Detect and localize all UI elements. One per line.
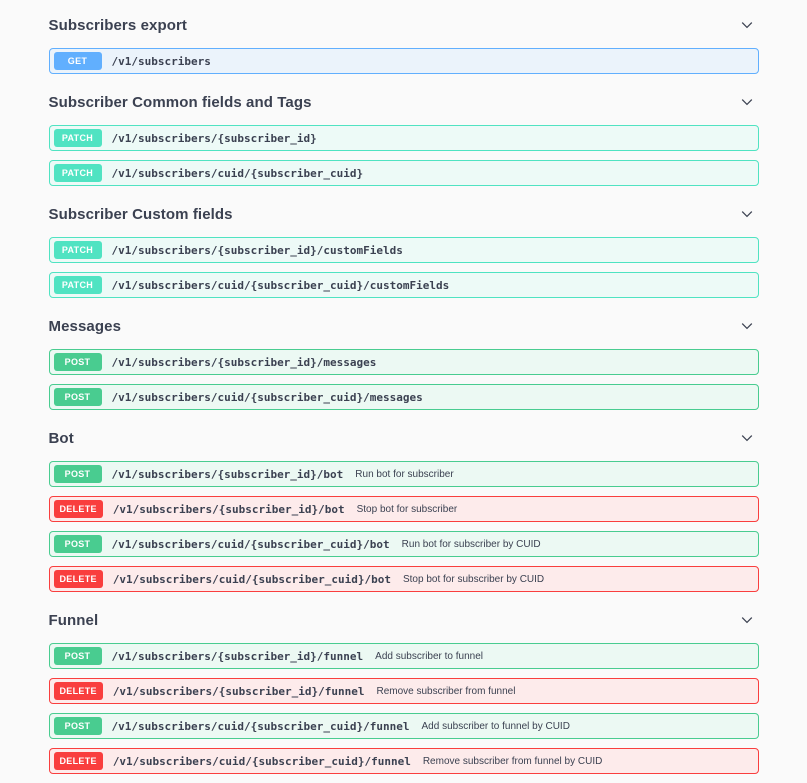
section-title: Messages	[49, 318, 122, 335]
method-badge: POST	[54, 353, 102, 371]
chevron-down-icon[interactable]	[737, 610, 757, 630]
section-header[interactable]: Funnel	[49, 601, 759, 638]
method-badge: PATCH	[54, 164, 102, 182]
api-section: Funnel POST /v1/subscribers/{subscriber_…	[49, 601, 759, 774]
endpoint-path: /v1/subscribers/{subscriber_id}/funnel	[113, 685, 365, 698]
method-badge: POST	[54, 535, 102, 553]
section-title: Bot	[49, 430, 74, 447]
operation-summary: Remove subscriber from funnel	[376, 686, 515, 697]
operation-row[interactable]: POST /v1/subscribers/{subscriber_id}/bot…	[49, 461, 759, 487]
sections-container: Subscribers export GET /v1/subscribers S…	[49, 6, 759, 774]
operations-list: PATCH /v1/subscribers/{subscriber_id}/cu…	[49, 237, 759, 298]
section-title: Subscriber Custom fields	[49, 206, 233, 223]
method-badge: PATCH	[54, 276, 102, 294]
operation-summary: Remove subscriber from funnel by CUID	[423, 756, 603, 767]
operation-row[interactable]: PATCH /v1/subscribers/cuid/{subscriber_c…	[49, 272, 759, 298]
method-badge: POST	[54, 717, 102, 735]
endpoint-path: /v1/subscribers/{subscriber_id}/messages	[112, 356, 377, 369]
endpoint-path: /v1/subscribers/cuid/{subscriber_cuid}/f…	[112, 720, 410, 733]
operation-row[interactable]: PATCH /v1/subscribers/{subscriber_id}	[49, 125, 759, 151]
operation-row[interactable]: DELETE /v1/subscribers/cuid/{subscriber_…	[49, 566, 759, 592]
api-section: Messages POST /v1/subscribers/{subscribe…	[49, 307, 759, 410]
operation-summary: Add subscriber to funnel by CUID	[422, 721, 570, 732]
operation-row[interactable]: POST /v1/subscribers/{subscriber_id}/fun…	[49, 643, 759, 669]
section-title: Subscribers export	[49, 17, 188, 34]
section-header[interactable]: Bot	[49, 419, 759, 456]
endpoint-path: /v1/subscribers/{subscriber_id}/customFi…	[112, 244, 403, 257]
operations-list: POST /v1/subscribers/{subscriber_id}/fun…	[49, 643, 759, 774]
operations-list: POST /v1/subscribers/{subscriber_id}/mes…	[49, 349, 759, 410]
endpoint-path: /v1/subscribers/{subscriber_id}	[112, 132, 317, 145]
section-title: Subscriber Common fields and Tags	[49, 94, 312, 111]
operation-summary: Stop bot for subscriber by CUID	[403, 574, 544, 585]
chevron-down-icon[interactable]	[737, 316, 757, 336]
section-header[interactable]: Subscribers export	[49, 6, 759, 43]
endpoint-path: /v1/subscribers	[112, 55, 211, 68]
operation-row[interactable]: DELETE /v1/subscribers/cuid/{subscriber_…	[49, 748, 759, 774]
endpoint-path: /v1/subscribers/{subscriber_id}/bot	[113, 503, 345, 516]
section-header[interactable]: Messages	[49, 307, 759, 344]
endpoint-path: /v1/subscribers/cuid/{subscriber_cuid}/b…	[112, 538, 390, 551]
api-docs-page: Subscribers export GET /v1/subscribers S…	[49, 0, 759, 774]
operation-row[interactable]: PATCH /v1/subscribers/{subscriber_id}/cu…	[49, 237, 759, 263]
endpoint-path: /v1/subscribers/cuid/{subscriber_cuid}	[112, 167, 364, 180]
chevron-down-icon[interactable]	[737, 92, 757, 112]
operation-row[interactable]: POST /v1/subscribers/{subscriber_id}/mes…	[49, 349, 759, 375]
endpoint-path: /v1/subscribers/cuid/{subscriber_cuid}/c…	[112, 279, 450, 292]
section-header[interactable]: Subscriber Common fields and Tags	[49, 83, 759, 120]
endpoint-path: /v1/subscribers/cuid/{subscriber_cuid}/f…	[113, 755, 411, 768]
api-section: Bot POST /v1/subscribers/{subscriber_id}…	[49, 419, 759, 592]
operation-row[interactable]: DELETE /v1/subscribers/{subscriber_id}/b…	[49, 496, 759, 522]
operation-row[interactable]: DELETE /v1/subscribers/{subscriber_id}/f…	[49, 678, 759, 704]
api-section: Subscriber Custom fields PATCH /v1/subsc…	[49, 195, 759, 298]
method-badge: POST	[54, 388, 102, 406]
operation-row[interactable]: POST /v1/subscribers/cuid/{subscriber_cu…	[49, 713, 759, 739]
endpoint-path: /v1/subscribers/{subscriber_id}/bot	[112, 468, 344, 481]
method-badge: GET	[54, 52, 102, 70]
method-badge: DELETE	[54, 570, 103, 588]
endpoint-path: /v1/subscribers/cuid/{subscriber_cuid}/m…	[112, 391, 423, 404]
operation-row[interactable]: PATCH /v1/subscribers/cuid/{subscriber_c…	[49, 160, 759, 186]
chevron-down-icon[interactable]	[737, 428, 757, 448]
operation-summary: Add subscriber to funnel	[375, 651, 483, 662]
operations-list: PATCH /v1/subscribers/{subscriber_id} PA…	[49, 125, 759, 186]
section-title: Funnel	[49, 612, 99, 629]
api-section: Subscribers export GET /v1/subscribers	[49, 6, 759, 74]
method-badge: DELETE	[54, 500, 103, 518]
api-section: Subscriber Common fields and Tags PATCH …	[49, 83, 759, 186]
method-badge: PATCH	[54, 129, 102, 147]
method-badge: DELETE	[54, 682, 103, 700]
operation-row[interactable]: POST /v1/subscribers/cuid/{subscriber_cu…	[49, 531, 759, 557]
chevron-down-icon[interactable]	[737, 204, 757, 224]
operation-row[interactable]: POST /v1/subscribers/cuid/{subscriber_cu…	[49, 384, 759, 410]
endpoint-path: /v1/subscribers/cuid/{subscriber_cuid}/b…	[113, 573, 391, 586]
operations-list: POST /v1/subscribers/{subscriber_id}/bot…	[49, 461, 759, 592]
method-badge: POST	[54, 465, 102, 483]
method-badge: PATCH	[54, 241, 102, 259]
operations-list: GET /v1/subscribers	[49, 48, 759, 74]
operation-summary: Stop bot for subscriber	[357, 504, 458, 515]
method-badge: DELETE	[54, 752, 103, 770]
operation-row[interactable]: GET /v1/subscribers	[49, 48, 759, 74]
chevron-down-icon[interactable]	[737, 15, 757, 35]
endpoint-path: /v1/subscribers/{subscriber_id}/funnel	[112, 650, 364, 663]
operation-summary: Run bot for subscriber by CUID	[402, 539, 541, 550]
section-header[interactable]: Subscriber Custom fields	[49, 195, 759, 232]
method-badge: POST	[54, 647, 102, 665]
operation-summary: Run bot for subscriber	[355, 469, 453, 480]
